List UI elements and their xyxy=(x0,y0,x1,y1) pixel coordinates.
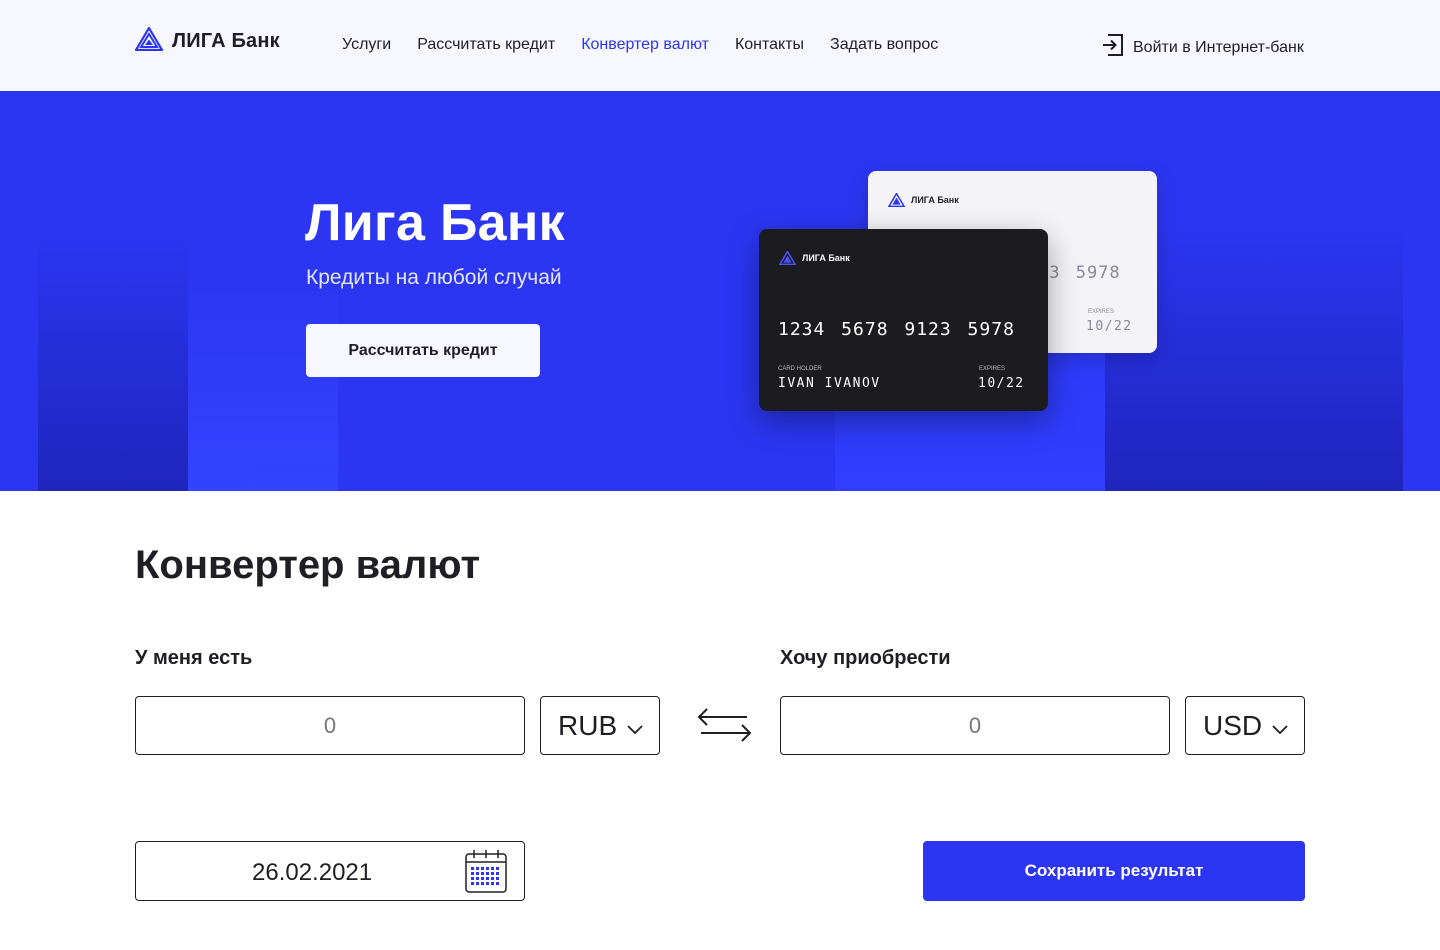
hero-decor-column xyxy=(188,281,338,491)
have-label: У меня есть xyxy=(135,647,253,669)
want-amount-input[interactable] xyxy=(780,696,1170,755)
have-currency-select[interactable]: RUB xyxy=(540,696,660,755)
logo-icon xyxy=(134,25,164,56)
have-currency-value: RUB xyxy=(558,709,618,741)
bank-card-black: ЛИГА Банк 1234 5678 9123 5978 CARD HOLDE… xyxy=(759,229,1048,411)
card-expires: 10/22 xyxy=(1086,319,1133,334)
chevron-down-icon xyxy=(1272,710,1288,742)
logo-icon xyxy=(888,193,905,207)
hero-subtitle: Кредиты на любой случай xyxy=(306,266,562,289)
have-amount-input[interactable] xyxy=(135,696,525,755)
nav-link-ask-question[interactable]: Задать вопрос xyxy=(830,36,938,54)
card-holder: IVAN IVANOV xyxy=(778,376,881,391)
nav-link-services[interactable]: Услуги xyxy=(342,36,391,54)
logo-text: ЛИГА Банк xyxy=(172,30,280,52)
chevron-down-icon xyxy=(627,710,643,742)
card-logo: ЛИГА Банк xyxy=(779,251,850,265)
nav-link-credit[interactable]: Рассчитать кредит xyxy=(417,36,555,54)
login-icon xyxy=(1102,33,1124,62)
card-expires: 10/22 xyxy=(978,376,1025,391)
logo-icon xyxy=(779,251,796,265)
want-label: Хочу приобрести xyxy=(780,647,951,669)
login-label: Войти в Интернет-банк xyxy=(1133,38,1304,56)
swap-arrows-icon[interactable] xyxy=(697,706,753,749)
nav-link-contacts[interactable]: Контакты xyxy=(735,36,804,54)
hero-title: Лига Банк xyxy=(305,194,565,252)
date-value: 26.02.2021 xyxy=(252,859,373,886)
main-nav: Услуги Рассчитать кредит Конвертер валют… xyxy=(342,36,938,54)
card-logo: ЛИГА Банк xyxy=(888,193,959,207)
login-link[interactable]: Войти в Интернет-банк xyxy=(1102,33,1304,62)
card-number: 1234 5678 9123 5978 xyxy=(778,319,1015,340)
converter-title: Конвертер валют xyxy=(135,543,481,587)
hero-banner: Лига Банк Кредиты на любой случай Рассчи… xyxy=(0,91,1440,491)
nav-link-converter[interactable]: Конвертер валют xyxy=(581,36,709,54)
card-number: 23 5978 xyxy=(1038,263,1121,283)
save-result-button[interactable]: Сохранить результат xyxy=(923,841,1305,901)
calculate-credit-button[interactable]: Рассчитать кредит xyxy=(306,324,540,377)
card-expires-label: EXPIRES xyxy=(979,366,1006,372)
want-currency-value: USD xyxy=(1203,709,1263,741)
date-picker[interactable]: 26.02.2021 xyxy=(135,841,525,901)
site-header: ЛИГА Банк Услуги Рассчитать кредит Конве… xyxy=(0,0,1440,91)
card-holder-label: CARD HOLDER xyxy=(778,366,822,372)
card-expires-label: EXPIRES xyxy=(1088,309,1115,315)
logo[interactable]: ЛИГА Банк xyxy=(134,25,280,56)
calendar-icon[interactable] xyxy=(465,849,507,898)
hero-decor-column xyxy=(38,231,188,491)
want-currency-select[interactable]: USD xyxy=(1185,696,1305,755)
